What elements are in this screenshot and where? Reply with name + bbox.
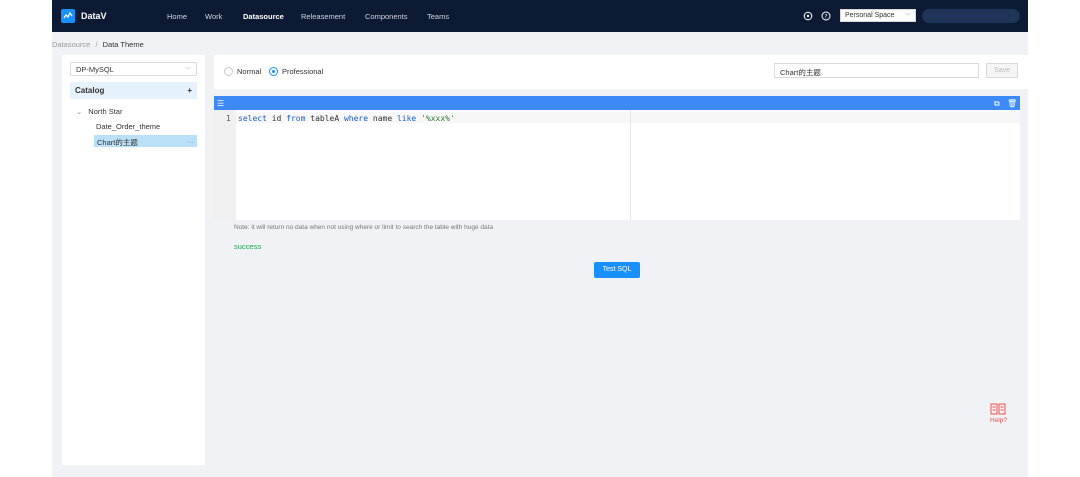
- nav-components[interactable]: Components: [365, 12, 408, 21]
- feedback-icon[interactable]: [803, 11, 813, 21]
- datasource-select-value: DP-MySQL: [76, 64, 114, 74]
- sql-keyword: from: [286, 114, 306, 123]
- catalog-header: Catalog +: [70, 82, 197, 99]
- editor-toolbar: Normal Professional Chart的主题 Save: [214, 55, 1028, 89]
- editor-header-bar: ☰ ⧉ 🗑: [214, 96, 1020, 110]
- app-window: DataV Home Work Datasource Releasement C…: [52, 0, 1028, 477]
- format-icon[interactable]: ☰: [217, 99, 224, 108]
- breadcrumb-datasource[interactable]: Datasource: [52, 40, 90, 49]
- nav-releasement[interactable]: Releasement: [301, 12, 345, 21]
- sql-code-line[interactable]: select id from tableA where name like '%…: [238, 114, 455, 123]
- datasource-select[interactable]: DP-MySQL ﹀: [70, 62, 197, 76]
- tree-node-label: Chart的主题: [97, 138, 138, 147]
- nav-datasource[interactable]: Datasource: [243, 12, 284, 21]
- catalog-label: Catalog: [75, 86, 105, 95]
- brand-name: DataV: [81, 11, 107, 21]
- nav-home[interactable]: Home: [167, 12, 187, 21]
- theme-name-input[interactable]: Chart的主题: [774, 63, 979, 78]
- top-nav-bar: DataV Home Work Datasource Releasement C…: [52, 0, 1028, 32]
- nav-work[interactable]: Work: [205, 12, 222, 21]
- sql-keyword: select: [238, 114, 267, 123]
- help-label: Help?: [990, 417, 1007, 424]
- add-catalog-button[interactable]: +: [187, 86, 192, 95]
- tree-node-chart-theme[interactable]: Chart的主题 ···: [94, 135, 197, 147]
- chevron-down-icon: ﹀: [184, 67, 191, 74]
- sql-editor[interactable]: 1 select id from tableA where name like …: [214, 110, 1020, 220]
- sql-token: tableA: [305, 114, 344, 123]
- sql-token: id: [266, 114, 287, 123]
- svg-text:?: ?: [824, 13, 827, 20]
- sidebar-panel: DP-MySQL ﹀ Catalog + ⌄ North Star Date_O…: [62, 55, 205, 465]
- breadcrumb-separator: /: [95, 40, 98, 49]
- more-options-icon[interactable]: ···: [187, 137, 195, 146]
- space-selector[interactable]: Personal Space ﹀: [840, 9, 916, 22]
- mode-normal-label: Normal: [237, 67, 262, 76]
- book-icon: [990, 403, 1007, 417]
- test-sql-button[interactable]: Test SQL: [594, 262, 640, 278]
- chevron-down-icon: ﹀: [904, 14, 911, 20]
- editor-split-divider[interactable]: [630, 110, 631, 220]
- radio-checked-icon: [269, 67, 278, 76]
- sql-keyword: where: [343, 114, 369, 123]
- mode-normal-radio[interactable]: Normal: [224, 67, 261, 76]
- trash-icon[interactable]: 🗑: [1007, 99, 1017, 108]
- sql-keyword: like: [396, 114, 417, 123]
- copy-icon[interactable]: ⧉: [994, 99, 1000, 109]
- tree-node-date-order-theme[interactable]: Date_Order_theme: [96, 122, 160, 131]
- line-gutter: [214, 110, 236, 220]
- breadcrumb-current: Data Theme: [102, 40, 144, 49]
- chevron-down-icon[interactable]: ⌄: [76, 107, 82, 116]
- line-number: 1: [226, 114, 231, 123]
- tree-node-label: North Star: [88, 107, 123, 116]
- radio-unchecked-icon: [224, 67, 233, 76]
- sql-string: '%xxx%': [421, 114, 455, 123]
- sql-token: name: [368, 114, 397, 123]
- tree-node-north-star[interactable]: ⌄ North Star: [76, 107, 122, 116]
- help-widget[interactable]: Help?: [990, 403, 1007, 424]
- query-note: Note: it will return no data when not us…: [234, 224, 494, 231]
- save-button[interactable]: Save: [986, 63, 1018, 78]
- mode-professional-radio[interactable]: Professional: [269, 67, 323, 76]
- mode-professional-label: Professional: [282, 67, 324, 76]
- user-account-menu[interactable]: [922, 9, 1020, 23]
- nav-teams[interactable]: Teams: [427, 12, 449, 21]
- datav-logo-icon[interactable]: [61, 9, 75, 23]
- test-status: success: [234, 242, 262, 251]
- space-selector-value: Personal Space: [845, 12, 895, 19]
- help-circle-icon[interactable]: ?: [821, 11, 831, 21]
- breadcrumb: Datasource / Data Theme: [52, 40, 144, 49]
